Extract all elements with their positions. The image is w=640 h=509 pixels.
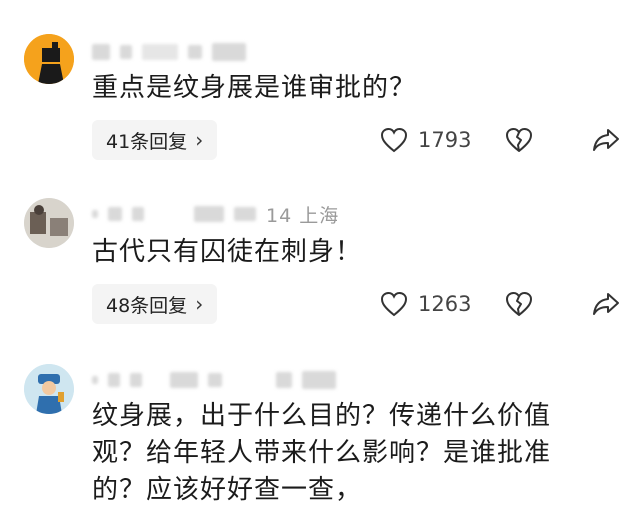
comment-actions: 1793 bbox=[380, 120, 620, 160]
reply-count-label: 41条回复 bbox=[106, 130, 188, 153]
like-button[interactable]: 1263 bbox=[380, 290, 505, 318]
username-redacted bbox=[212, 43, 246, 61]
username-redacted bbox=[130, 373, 142, 387]
username-redacted bbox=[208, 373, 222, 387]
username-redacted bbox=[276, 372, 292, 388]
username-redacted bbox=[92, 210, 98, 218]
username-row bbox=[92, 368, 336, 392]
share-arrow-icon bbox=[592, 126, 620, 154]
heart-icon bbox=[380, 126, 408, 154]
username-row bbox=[92, 40, 246, 64]
comment-item: 14 上海 古代只有囚徒在刺身！ 48条回复 › 1263 bbox=[0, 168, 640, 338]
view-replies-button[interactable]: 41条回复 › bbox=[92, 120, 218, 160]
username-redacted bbox=[92, 44, 110, 60]
username-redacted bbox=[108, 207, 122, 221]
like-count: 1263 bbox=[418, 292, 472, 316]
comment-text-line: 观？给年轻人带来什么影响？是谁批准 bbox=[92, 438, 552, 468]
share-arrow-icon bbox=[592, 290, 620, 318]
like-count: 1793 bbox=[418, 128, 472, 152]
comment-text: 重点是纹身展是谁审批的？ bbox=[92, 73, 417, 103]
comment-actions: 1263 bbox=[380, 284, 620, 324]
heart-icon bbox=[380, 290, 408, 318]
chevron-right-icon: › bbox=[195, 128, 204, 152]
post-time-location: 14 上海 bbox=[266, 204, 340, 227]
username-redacted bbox=[132, 207, 144, 221]
avatar[interactable] bbox=[24, 34, 74, 84]
avatar[interactable] bbox=[24, 198, 74, 248]
dislike-button[interactable] bbox=[505, 290, 592, 318]
chevron-right-icon: › bbox=[195, 292, 204, 316]
username-redacted bbox=[120, 45, 132, 59]
comment-text: 古代只有囚徒在刺身！ bbox=[92, 237, 363, 267]
comment-text: 纹身展，出于什么目的？传递什么价值 观？给年轻人带来什么影响？是谁批准 的？应该… bbox=[92, 398, 612, 509]
comment-item: 纹身展，出于什么目的？传递什么价值 观？给年轻人带来什么影响？是谁批准 的？应该… bbox=[0, 338, 640, 505]
username-redacted bbox=[142, 44, 178, 60]
view-replies-button[interactable]: 48条回复 › bbox=[92, 284, 218, 324]
username-redacted bbox=[108, 373, 120, 387]
reply-count-label: 48条回复 bbox=[106, 294, 188, 317]
username-redacted bbox=[170, 372, 198, 388]
username-row: 14 上海 bbox=[92, 202, 340, 227]
comment-text-line: 纹身展，出于什么目的？传递什么价值 bbox=[92, 401, 552, 431]
username-redacted bbox=[194, 206, 224, 222]
avatar[interactable] bbox=[24, 364, 74, 414]
broken-heart-icon bbox=[505, 290, 533, 318]
like-button[interactable]: 1793 bbox=[380, 126, 505, 154]
username-redacted bbox=[302, 371, 336, 389]
username-redacted bbox=[188, 45, 202, 59]
share-button[interactable] bbox=[592, 290, 620, 318]
share-button[interactable] bbox=[592, 126, 620, 154]
username-redacted bbox=[234, 207, 256, 221]
username-redacted bbox=[92, 376, 98, 384]
dislike-button[interactable] bbox=[505, 126, 592, 154]
comment-item: 重点是纹身展是谁审批的？ 41条回复 › 1793 bbox=[0, 0, 640, 168]
comment-text-line: 的？应该好好查一查， bbox=[92, 475, 363, 505]
broken-heart-icon bbox=[505, 126, 533, 154]
